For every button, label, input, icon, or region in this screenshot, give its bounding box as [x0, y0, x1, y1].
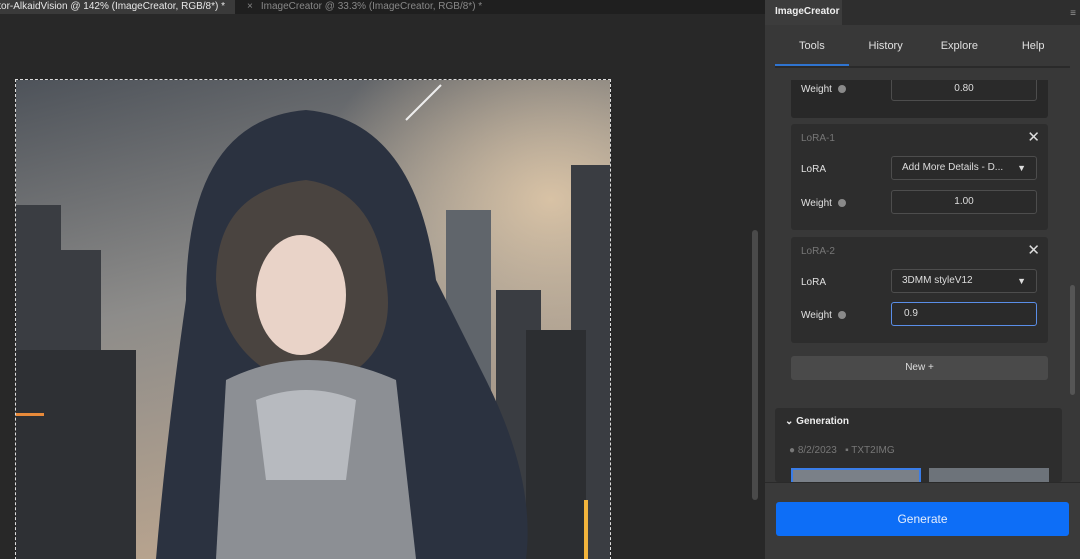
generation-mode: TXT2IMG: [851, 445, 895, 456]
thumbnail-1[interactable]: [791, 468, 921, 482]
document-tabs: ImageCreator-AlkaidVision @ 142% (ImageC…: [0, 0, 765, 14]
tab-tools[interactable]: Tools: [775, 30, 849, 66]
tab-explore[interactable]: Explore: [923, 30, 997, 66]
lora-card-1: LoRA-1 ✕ LoRA Add More Details - D... ▼ W…: [791, 124, 1048, 230]
generation-title: Generation: [796, 416, 849, 427]
panel-title-tab[interactable]: ImageCreator: [765, 0, 842, 25]
lora-select[interactable]: 3DMM styleV12 ▼: [891, 269, 1037, 293]
lora-card-2: LoRA-2 ✕ LoRA 3DMM styleV12 ▼ Weight 0.9: [791, 237, 1048, 343]
weight-input[interactable]: 1.00: [891, 190, 1037, 214]
weight-label-text: Weight: [801, 198, 832, 209]
weight-input[interactable]: 0.80: [891, 80, 1037, 101]
doc-tab-active[interactable]: ImageCreator-AlkaidVision @ 142% (ImageC…: [0, 0, 235, 14]
help-icon[interactable]: [837, 199, 846, 208]
lora-select[interactable]: Add More Details - D... ▼: [891, 156, 1037, 180]
generated-image[interactable]: [15, 79, 611, 559]
lora-title: LoRA-1: [801, 133, 835, 144]
base-model-card: Weight 0.80: [791, 80, 1048, 118]
doc-tab-label: ImageCreator-AlkaidVision @ 142% (ImageC…: [0, 1, 225, 12]
tools-scroll-area[interactable]: Weight 0.80 LoRA-1 ✕ LoRA Add More Detai…: [775, 80, 1070, 400]
chevron-down-icon: ▼: [1017, 163, 1026, 173]
lora-label: LoRA: [801, 277, 827, 288]
close-icon[interactable]: ✕: [1027, 128, 1040, 146]
lora-title: LoRA-2: [801, 246, 835, 257]
thumbnail-2[interactable]: [929, 468, 1049, 482]
generation-header[interactable]: ⌄ Generation: [785, 416, 849, 427]
weight-label-text: Weight: [801, 84, 832, 95]
weight-label-text: Weight: [801, 310, 832, 321]
generate-button[interactable]: Generate: [776, 502, 1069, 536]
new-lora-button[interactable]: New +: [791, 356, 1048, 380]
help-icon[interactable]: [837, 311, 846, 320]
generation-meta: ● 8/2/2023 ▪ TXT2IMG: [789, 445, 895, 456]
panel-nav: Tools History Explore Help: [775, 30, 1070, 68]
imagecreator-panel: ImageCreator ≡ Tools History Explore Hel…: [765, 0, 1080, 559]
generation-date: 8/2/2023: [797, 445, 837, 456]
panel-scrollbar[interactable]: [1070, 285, 1075, 395]
panel-tab-bar: [842, 0, 1080, 25]
tab-help[interactable]: Help: [996, 30, 1070, 66]
tab-history[interactable]: History: [849, 30, 923, 66]
close-icon[interactable]: ×: [247, 1, 253, 12]
chevron-down-icon: ⌄: [785, 416, 797, 427]
weight-label: Weight: [801, 84, 846, 95]
weight-input-focused[interactable]: 0.9: [891, 302, 1037, 326]
chevron-down-icon: ▼: [1017, 276, 1026, 286]
mode-icon: ▪: [845, 445, 849, 456]
canvas-scrollbar[interactable]: [752, 230, 758, 500]
doc-tab-inactive[interactable]: × ImageCreator @ 33.3% (ImageCreator, RGB…: [235, 0, 492, 14]
lora-label: LoRA: [801, 164, 827, 175]
weight-label: Weight: [801, 310, 846, 321]
clock-icon: ●: [789, 445, 796, 456]
lora-select-value: 3DMM styleV12: [902, 275, 973, 286]
doc-tab-label: ImageCreator @ 33.3% (ImageCreator, RGB/…: [260, 1, 483, 12]
artwork-image: [16, 80, 610, 559]
lora-select-value: Add More Details - D...: [902, 162, 1004, 173]
close-icon[interactable]: ✕: [1027, 241, 1040, 259]
generation-section: ⌄ Generation ● 8/2/2023 ▪ TXT2IMG: [775, 408, 1062, 482]
panel-menu-icon[interactable]: ≡: [1070, 8, 1076, 19]
help-icon[interactable]: [837, 85, 846, 94]
weight-label: Weight: [801, 198, 846, 209]
